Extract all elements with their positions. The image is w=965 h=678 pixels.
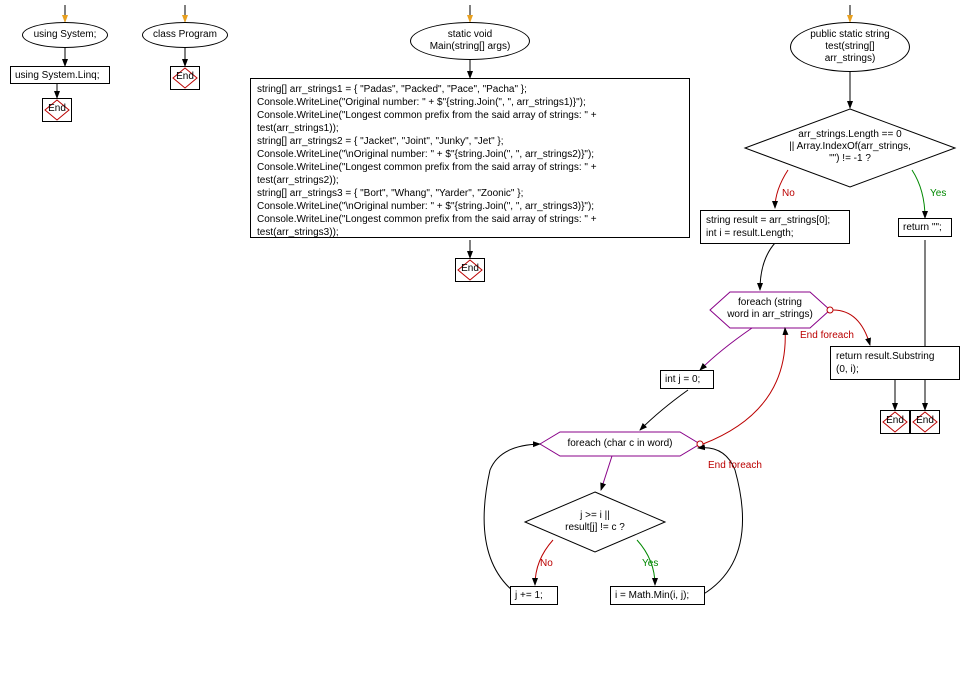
class-program-ellipse: class Program — [142, 22, 228, 48]
return-substring-rect: return result.Substring (0, i); — [830, 346, 960, 380]
no-label-1: No — [782, 188, 795, 199]
end-return-empty: End — [910, 410, 940, 437]
no-label-2: No — [540, 558, 553, 569]
foreach1-hex: foreach (string word in arr_strings) — [720, 297, 820, 321]
j0-rect: int j = 0; — [660, 370, 714, 389]
mathmin-rect: i = Math.Min(i, j); — [610, 586, 705, 605]
using-linq-rect: using System.Linq; — [10, 66, 110, 84]
yes-label-1: Yes — [930, 188, 946, 199]
main-ellipse: static void Main(string[] args) — [410, 22, 530, 60]
end-class: End — [170, 66, 200, 93]
main-body-rect: string[] arr_strings1 = { "Padas", "Pack… — [250, 78, 690, 238]
cond1-diamond: arr_strings.Length == 0 || Array.IndexOf… — [770, 129, 930, 165]
end-test: End — [880, 410, 910, 437]
end-main: End — [455, 258, 485, 285]
yes-label-2: Yes — [642, 558, 658, 569]
test-ellipse: public static string test(string[] arr_s… — [790, 22, 910, 72]
end-foreach-label-1: End foreach — [800, 330, 854, 341]
init-rect: string result = arr_strings[0]; int i = … — [700, 210, 850, 244]
end-foreach-label-2: End foreach — [708, 460, 762, 471]
cond2-diamond: j >= i || result[j] != c ? — [550, 510, 640, 534]
jplus-rect: j += 1; — [510, 586, 558, 605]
return-empty-rect: return ""; — [898, 218, 952, 237]
using-system-ellipse: using System; — [22, 22, 108, 48]
foreach2-hex: foreach (char c in word) — [560, 438, 680, 450]
end-using: End — [42, 98, 72, 125]
